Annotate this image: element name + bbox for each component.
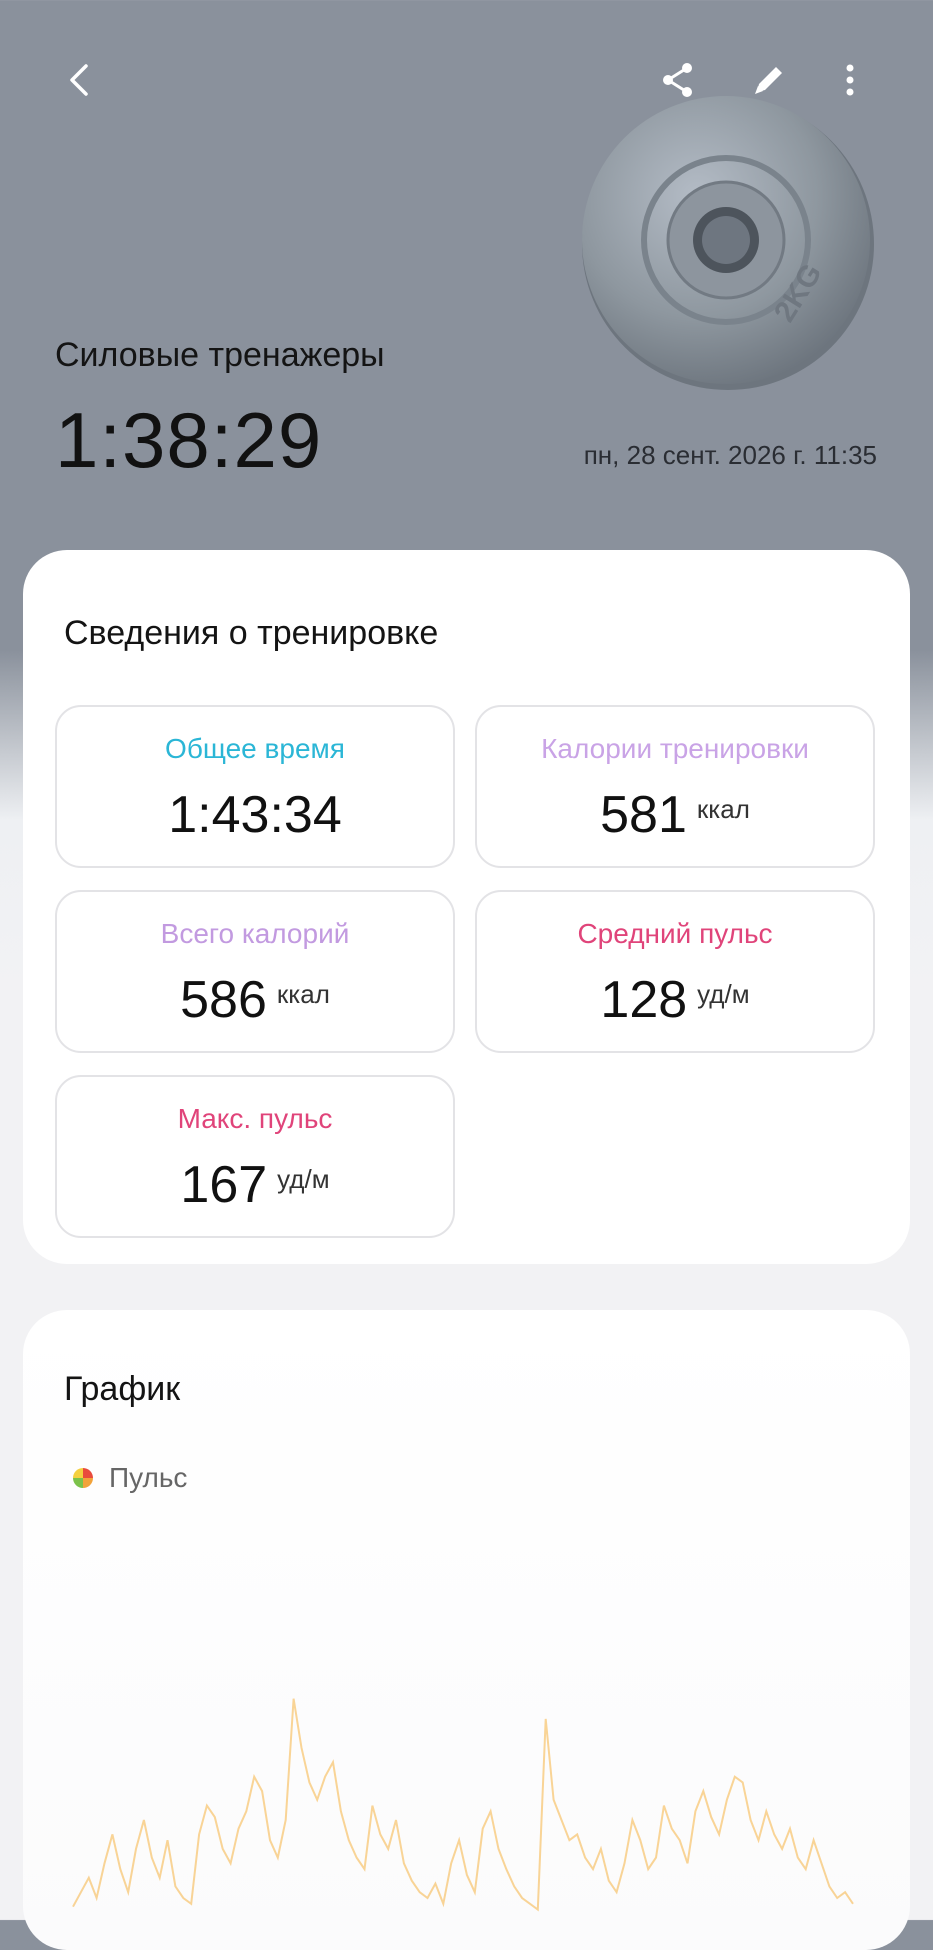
avg-pulse-unit: уд/м (697, 979, 750, 1009)
workout-calories-unit: ккал (696, 794, 750, 824)
workout-type-title: Силовые тренажеры (55, 336, 385, 374)
workout-duration: 1:38:29 (55, 396, 323, 484)
back-arrow-icon (70, 64, 88, 96)
workout-date: пн, 28 сент. 2026 г. 11:35 (583, 440, 877, 470)
total-time-value: 1:43:34 (168, 786, 342, 844)
total-calories-tile: Всего калорий 586 ккал (55, 890, 455, 1053)
pulse-legend-label: Пульс (109, 1462, 188, 1493)
chart-legend[interactable]: Пульс (73, 1462, 187, 1494)
total-time-tile: Общее время 1:43:34 (55, 705, 455, 868)
back-button[interactable] (48, 48, 112, 112)
weight-plate-image: 2KG (578, 92, 878, 392)
max-pulse-value: 167 (180, 1156, 268, 1214)
avg-pulse-tile: Средний пульс 128 уд/м (475, 890, 875, 1053)
workout-calories-value: 581 (600, 786, 687, 844)
total-calories-value: 586 (180, 971, 267, 1029)
chart-title: График (64, 1370, 181, 1408)
avg-pulse-value: 128 (600, 971, 688, 1029)
avg-pulse-label: Средний пульс (577, 918, 773, 949)
total-calories-label: Всего калорий (160, 918, 350, 949)
workout-details-card: Сведения о тренировке Общее время 1:43:3… (23, 550, 910, 1264)
workout-calories-label: Калории тренировки (541, 733, 809, 764)
pulse-legend-icon (73, 1468, 93, 1488)
workout-calories-tile: Калории тренировки 581 ккал (475, 705, 875, 868)
total-time-label: Общее время (165, 733, 345, 764)
max-pulse-unit: уд/м (277, 1164, 330, 1194)
pulse-chart[interactable] (23, 1670, 910, 1950)
max-pulse-tile: Макс. пульс 167 уд/м (55, 1075, 455, 1238)
total-calories-unit: ккал (276, 979, 330, 1009)
chart-card: График Пульс (23, 1310, 910, 1950)
details-title: Сведения о тренировке (64, 614, 439, 652)
max-pulse-label: Макс. пульс (177, 1103, 333, 1134)
